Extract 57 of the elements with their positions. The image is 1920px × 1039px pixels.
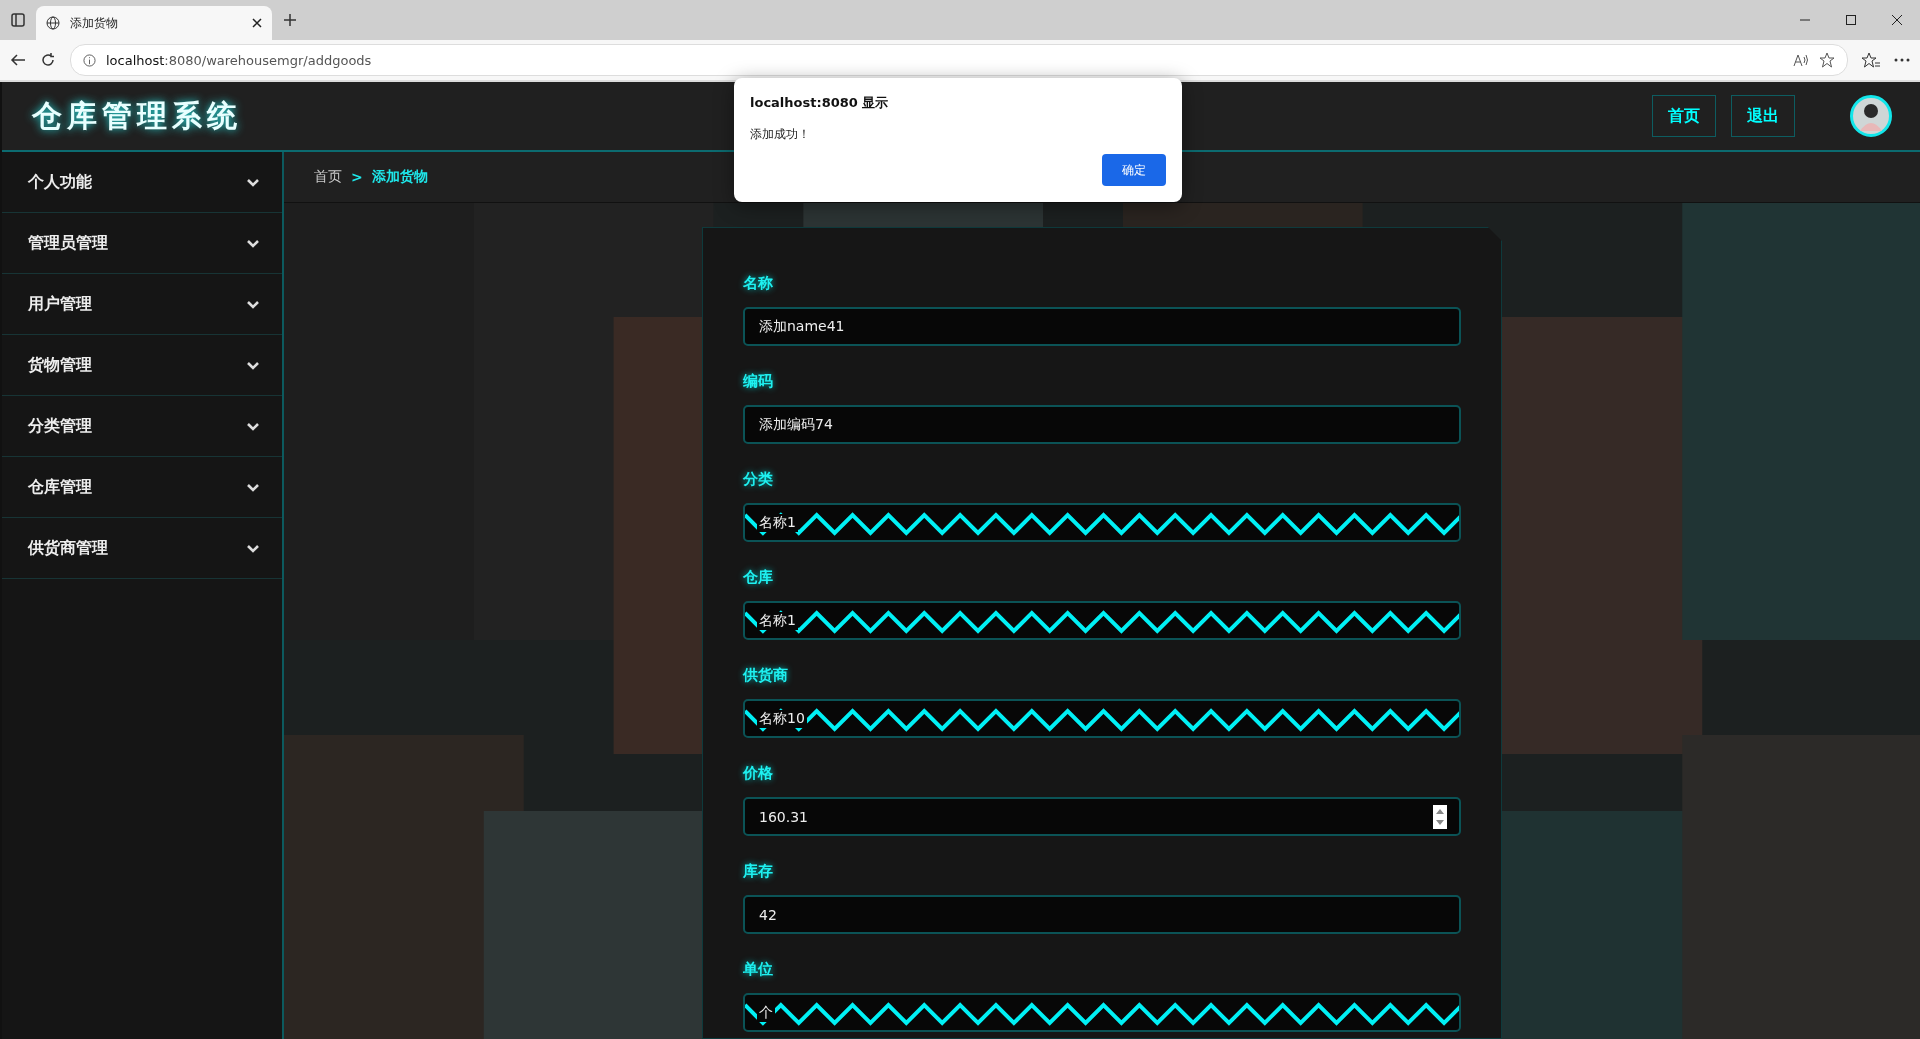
- avatar-icon[interactable]: [1850, 95, 1892, 137]
- star-icon[interactable]: [1819, 52, 1835, 68]
- reload-icon[interactable]: [40, 52, 56, 68]
- field-label: 编码: [743, 372, 774, 391]
- field-label: 分类: [743, 470, 774, 489]
- breadcrumb-link[interactable]: 首页: [314, 168, 342, 186]
- sidebar-item[interactable]: 个人功能: [2, 152, 282, 213]
- dialog-message: 添加成功！: [750, 126, 811, 143]
- back-icon[interactable]: [10, 52, 26, 68]
- sidebar-item[interactable]: 管理员管理: [2, 213, 282, 274]
- more-icon[interactable]: [1894, 58, 1910, 62]
- field-label: 仓库: [743, 568, 774, 587]
- ok-button[interactable]: 确定: [1102, 154, 1166, 186]
- sidebar-item[interactable]: 仓库管理: [2, 457, 282, 518]
- sidebar-item[interactable]: 用户管理: [2, 274, 282, 335]
- input-field[interactable]: 添加编码74: [743, 405, 1461, 444]
- url-text: localhost:8080/warehousemgr/addgoods: [106, 52, 372, 68]
- chevron-icon: [246, 421, 260, 431]
- sidebar-toggle-icon[interactable]: [11, 13, 25, 27]
- select-field[interactable]: 名称1: [743, 503, 1461, 542]
- field-label: 单位: [743, 960, 774, 979]
- sidebar-item[interactable]: 分类管理: [2, 396, 282, 457]
- chevron-icon: [246, 299, 260, 309]
- chevron-icon: [246, 543, 260, 553]
- nav-button[interactable]: 退出: [1731, 95, 1795, 137]
- field-label: 供货商: [743, 666, 789, 685]
- select-field[interactable]: 名称10: [743, 699, 1461, 738]
- breadcrumb-separator: >: [351, 169, 363, 185]
- chevron-icon: [246, 238, 260, 248]
- chevron-icon: [246, 482, 260, 492]
- dialog-title: localhost:8080 显示: [750, 94, 890, 112]
- chevron-icon: [246, 177, 260, 187]
- nav-button[interactable]: 首页: [1652, 95, 1716, 137]
- sidebar-item[interactable]: 供货商管理: [2, 518, 282, 579]
- globe-icon: [46, 16, 60, 30]
- field-label: 名称: [743, 274, 774, 293]
- read-aloud-icon[interactable]: [1793, 53, 1809, 67]
- info-icon[interactable]: [83, 53, 96, 67]
- browser-tab[interactable]: 添加货物: [36, 6, 272, 40]
- sidebar-item[interactable]: 货物管理: [2, 335, 282, 396]
- number-field[interactable]: 160.31: [743, 797, 1461, 836]
- close-icon[interactable]: [252, 18, 262, 28]
- input-field[interactable]: 添加name41: [743, 307, 1461, 346]
- select-field[interactable]: 名称1: [743, 601, 1461, 640]
- address-field[interactable]: localhost:8080/warehousemgr/addgoods: [70, 44, 1848, 76]
- input-field[interactable]: 42: [743, 895, 1461, 934]
- favorites-icon[interactable]: [1862, 52, 1880, 68]
- chevron-icon: [246, 360, 260, 370]
- app-title: 仓库管理系统: [32, 96, 242, 135]
- breadcrumb-link[interactable]: 添加货物: [371, 168, 428, 186]
- maximize-icon[interactable]: [1846, 15, 1856, 25]
- field-label: 价格: [743, 764, 774, 783]
- field-label: 库存: [743, 862, 774, 881]
- close-icon[interactable]: [1892, 15, 1902, 25]
- plus-icon[interactable]: [283, 13, 297, 27]
- spinner-icon[interactable]: [1433, 805, 1447, 829]
- select-field[interactable]: 个: [743, 993, 1461, 1032]
